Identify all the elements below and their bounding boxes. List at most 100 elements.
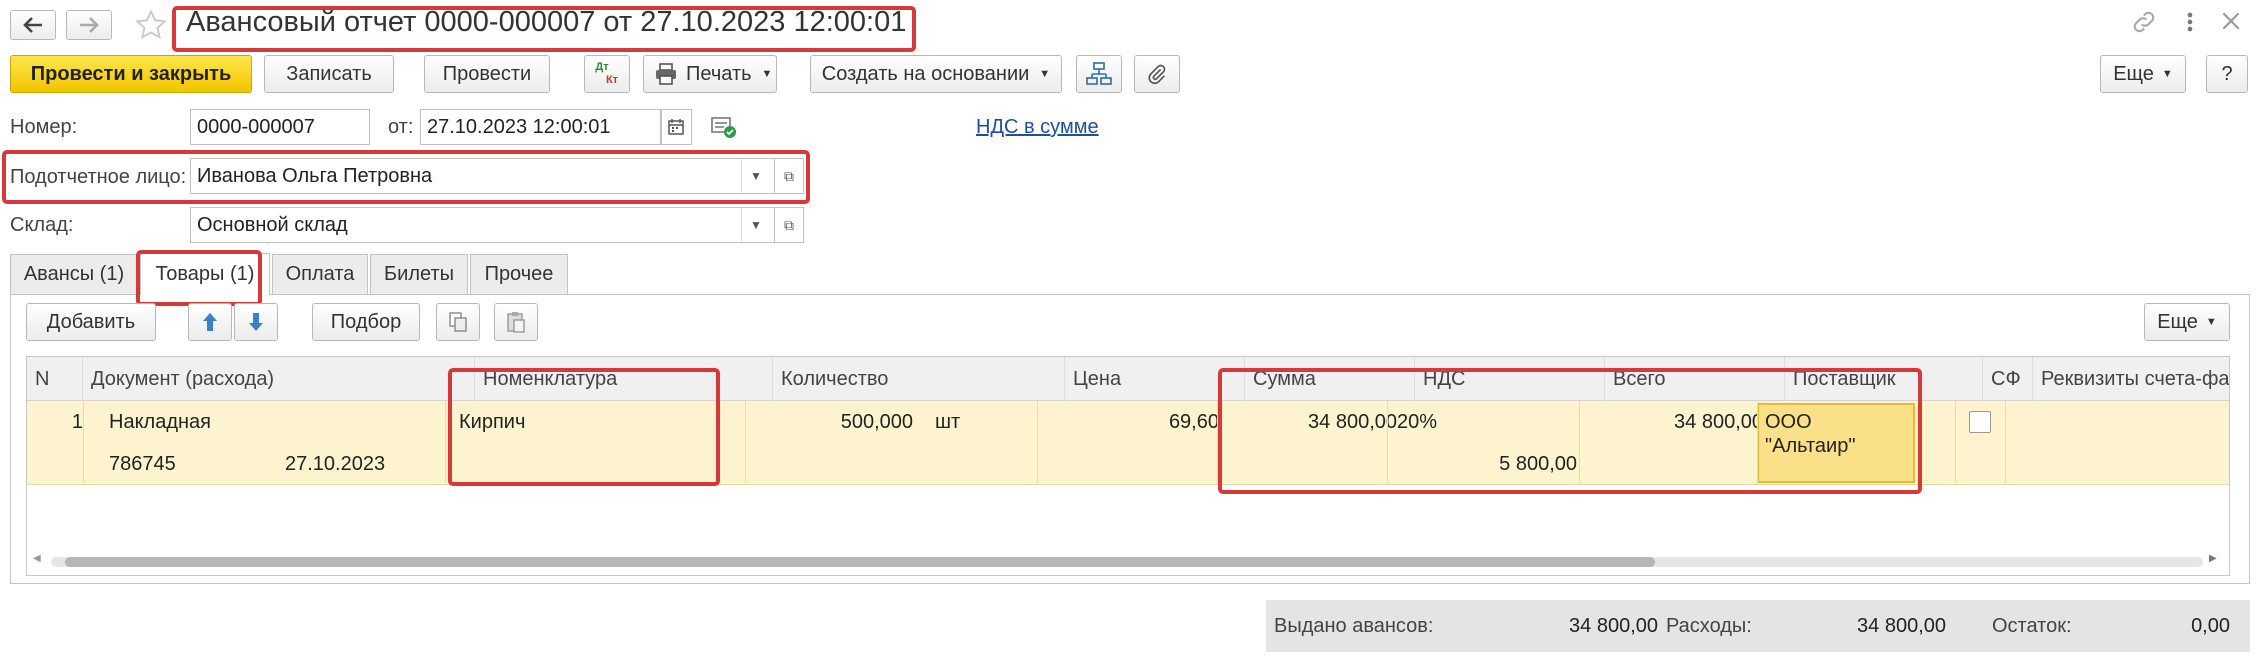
column-header-invoice-details[interactable]: Реквизиты счета-факту [2033, 357, 2229, 401]
close-icon[interactable] [2218, 8, 2248, 38]
table-header: N Документ (расхода) Номенклатура Количе… [27, 357, 2229, 401]
move-down-button[interactable] [234, 303, 278, 341]
scrollbar-thumb[interactable] [65, 557, 1655, 567]
document-title: Авансовый отчет 0000-000007 от 27.10.202… [186, 6, 907, 38]
favorite-star-icon[interactable] [134, 8, 170, 44]
paste-button[interactable] [494, 303, 538, 341]
move-up-button[interactable] [188, 303, 232, 341]
column-header-quantity[interactable]: Количество [773, 357, 1065, 401]
vat-in-sum-link[interactable]: НДС в сумме [976, 116, 1099, 139]
tab-payment[interactable]: Оплата [272, 254, 368, 294]
warehouse-label: Склад: [10, 214, 74, 236]
totals-panel: Выдано авансов: 34 800,00 Расходы: 34 80… [1266, 600, 2250, 652]
sum-value: 34 800,00 [1308, 411, 1397, 433]
help-button[interactable]: ? [2206, 55, 2248, 93]
column-header-supplier[interactable]: Поставщик [1785, 357, 1983, 401]
quantity-value: 500,000 [840, 411, 913, 433]
expenses-label: Расходы: [1666, 615, 1752, 637]
column-header-sf[interactable]: СФ [1983, 357, 2033, 401]
document-date: 27.10.2023 [285, 453, 386, 475]
number-field[interactable]: 0000-000007 [190, 109, 370, 145]
forward-button[interactable] [66, 10, 112, 40]
tab-tickets[interactable]: Билеты [370, 254, 468, 294]
vat-sum-value: 5 800,00 [1499, 453, 1577, 475]
vat-rate-value: 20% [1397, 411, 1438, 433]
chevron-down-icon[interactable]: ▼ [741, 208, 770, 242]
supplier-cell[interactable]: ООО "Альтаир" [1757, 403, 1915, 483]
accountable-person-label: Подотчетное лицо: [10, 166, 187, 188]
add-row-button[interactable]: Добавить [26, 303, 156, 341]
chevron-down-icon: ▼ [2161, 68, 2173, 80]
arrow-left-icon [23, 17, 42, 33]
column-header-total[interactable]: Всего [1605, 357, 1785, 401]
date-field[interactable]: 27.10.2023 12:00:01 [420, 109, 662, 145]
chevron-down-icon: ▼ [1039, 68, 1051, 80]
create-based-label: Создать на основании [821, 62, 1030, 85]
open-icon[interactable]: ⧉ [774, 207, 804, 243]
copy-button[interactable] [436, 303, 480, 341]
balance-label: Остаток: [1992, 615, 2072, 637]
column-header-document[interactable]: Документ (расхода) [83, 357, 475, 401]
expenses-value: 34 800,00 [1857, 615, 1946, 637]
dtkt-icon: Дт Кт [595, 61, 619, 86]
number-label: Номер: [10, 116, 78, 138]
accountable-person-value: Иванова Ольга Петровна [197, 164, 433, 187]
back-button[interactable] [10, 10, 56, 40]
column-header-nomenclature[interactable]: Номенклатура [475, 357, 773, 401]
price-value: 69,60 [1168, 411, 1219, 433]
row-number: 1 [71, 411, 83, 433]
unit-value: шт [935, 411, 961, 433]
print-label: Печать [686, 62, 752, 85]
paste-icon [507, 312, 525, 333]
pick-button[interactable]: Подбор [312, 303, 420, 341]
dtkt-button[interactable]: Дт Кт [584, 55, 630, 93]
supplier-line2: "Альтаир" [1765, 435, 1856, 457]
date-from-label: от: [388, 116, 414, 138]
open-icon[interactable]: ⧉ [774, 158, 804, 194]
warehouse-value: Основной склад [197, 213, 348, 236]
scroll-left-icon[interactable]: ◀ [33, 553, 41, 564]
date-value: 27.10.2023 12:00:01 [427, 115, 611, 138]
more-button[interactable]: Еще ▼ [2100, 55, 2186, 93]
scroll-right-icon[interactable]: ▶ [2209, 553, 2217, 564]
accountable-person-field[interactable]: Иванова Ольга Петровна ▼ [190, 158, 776, 194]
table-row[interactable]: 1 Накладная 786745 27.10.2023 Кирпич 500… [27, 401, 2229, 485]
create-based-button[interactable]: Создать на основании ▼ [810, 55, 1062, 93]
menu-dots-icon[interactable] [2180, 8, 2200, 38]
more-label: Еще [2113, 62, 2154, 85]
column-header-vat[interactable]: НДС [1415, 357, 1605, 401]
save-button[interactable]: Записать [264, 55, 394, 93]
tab-other[interactable]: Прочее [470, 254, 568, 294]
horizontal-scrollbar[interactable]: ◀ ▶ [33, 553, 2223, 571]
link-icon[interactable] [2130, 8, 2160, 38]
supplier-line1: ООО [1765, 411, 1812, 433]
calendar-icon[interactable] [660, 109, 692, 145]
arrow-right-icon [80, 17, 99, 33]
arrow-down-icon [249, 313, 263, 331]
balance-value: 0,00 [2191, 615, 2230, 637]
table-more-button[interactable]: Еще ▼ [2144, 303, 2230, 341]
tab-goods[interactable]: Товары (1) [140, 253, 270, 295]
column-header-n[interactable]: N [27, 357, 83, 401]
structure-button[interactable] [1076, 55, 1122, 93]
total-value: 34 800,00 [1674, 411, 1763, 433]
column-header-price[interactable]: Цена [1065, 357, 1245, 401]
sf-checkbox[interactable] [1969, 411, 1991, 433]
document-type: Накладная [109, 411, 212, 433]
advances-issued-value: 34 800,00 [1569, 615, 1658, 637]
table-more-label: Еще [2157, 310, 2198, 333]
chevron-down-icon: ▼ [761, 68, 773, 80]
print-button[interactable]: Печать ▼ [643, 55, 777, 93]
tab-advances[interactable]: Авансы (1) [10, 254, 138, 294]
column-header-sum[interactable]: Сумма [1245, 357, 1415, 401]
attach-button[interactable] [1134, 55, 1180, 93]
post-button[interactable]: Провести [424, 55, 550, 93]
chevron-down-icon[interactable]: ▼ [741, 159, 770, 193]
paperclip-icon [1148, 64, 1166, 85]
post-and-close-button[interactable]: Провести и закрыть [10, 55, 252, 93]
warehouse-field[interactable]: Основной склад ▼ [190, 207, 776, 243]
advances-issued-label: Выдано авансов: [1274, 615, 1434, 637]
document-status-icon [710, 114, 738, 140]
copy-icon [449, 312, 467, 332]
goods-table: N Документ (расхода) Номенклатура Количе… [26, 356, 2230, 576]
